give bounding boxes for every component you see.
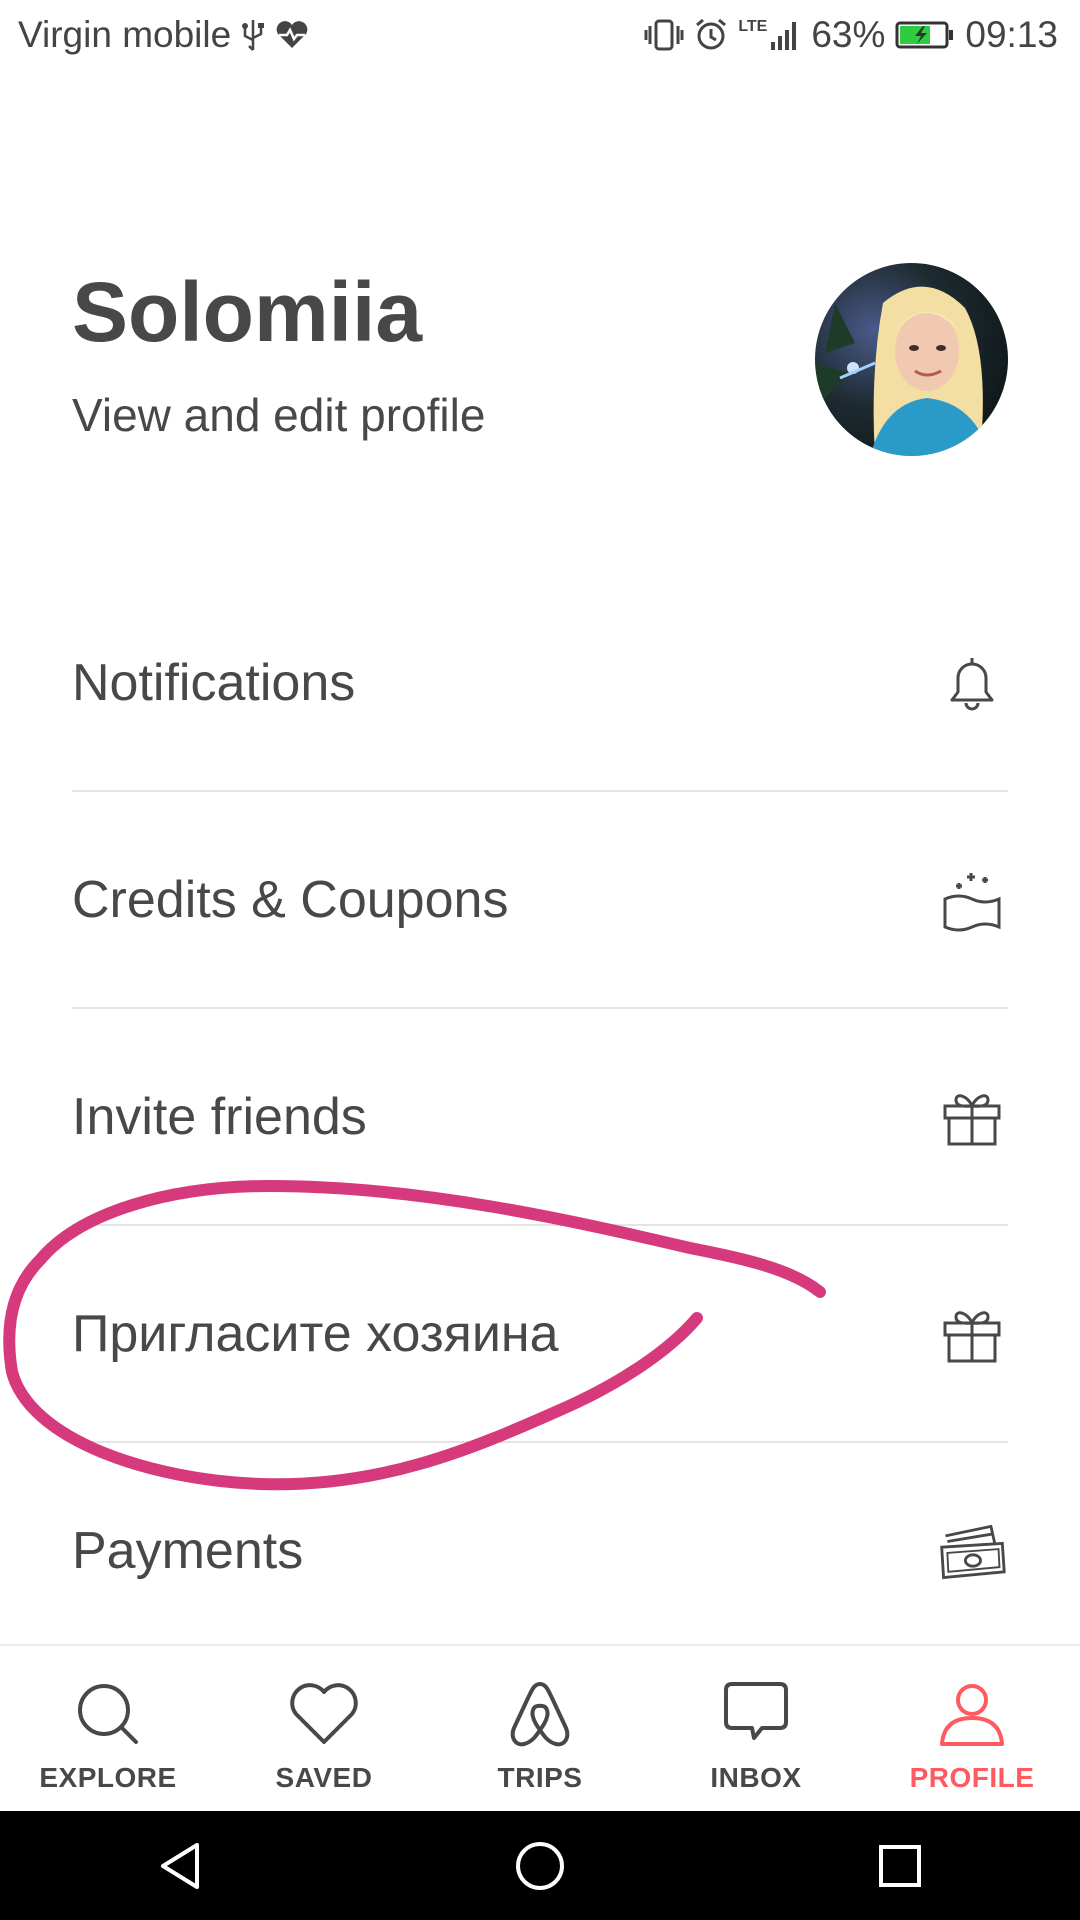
menu-item-label: Пригласите хозяина	[72, 1304, 559, 1363]
heart-pulse-icon	[275, 20, 309, 50]
battery-percent: 63%	[811, 14, 886, 55]
tab-label: INBOX	[710, 1762, 802, 1793]
battery-charging-icon	[895, 20, 955, 50]
profile-menu: Notifications Credits & Coupons Invite f…	[72, 575, 1008, 1658]
heart-icon	[284, 1674, 364, 1754]
airbnb-logo-icon	[500, 1674, 580, 1754]
network-type: LTE	[738, 18, 768, 35]
tab-profile[interactable]: PROFILE	[864, 1646, 1080, 1813]
payment-cards-icon	[936, 1515, 1008, 1587]
bottom-tab-bar: EXPLORE SAVED TRIPS INBOX PROFILE	[0, 1644, 1080, 1813]
bell-icon	[936, 647, 1008, 719]
tab-inbox[interactable]: INBOX	[648, 1646, 864, 1813]
search-icon	[68, 1674, 148, 1754]
tab-explore[interactable]: EXPLORE	[0, 1646, 216, 1813]
tab-label: TRIPS	[497, 1762, 583, 1793]
person-icon	[932, 1674, 1012, 1754]
tab-label: EXPLORE	[39, 1762, 177, 1793]
menu-item-notifications[interactable]: Notifications	[72, 575, 1008, 792]
menu-item-label: Credits & Coupons	[72, 870, 509, 929]
signal-icon: LTE	[738, 18, 801, 52]
tab-trips[interactable]: TRIPS	[432, 1646, 648, 1813]
menu-item-invite-host[interactable]: Пригласите хозяина	[72, 1226, 1008, 1443]
vibrate-icon	[644, 18, 684, 52]
avatar[interactable]	[815, 263, 1008, 456]
back-icon[interactable]	[145, 1831, 215, 1901]
profile-name: Solomiia	[72, 265, 423, 359]
clock: 09:13	[965, 14, 1058, 55]
recents-icon[interactable]	[865, 1831, 935, 1901]
menu-item-invite-friends[interactable]: Invite friends	[72, 1009, 1008, 1226]
system-nav-bar	[0, 1811, 1080, 1920]
chat-icon	[716, 1674, 796, 1754]
alarm-icon	[694, 18, 728, 52]
menu-item-label: Invite friends	[72, 1087, 367, 1146]
menu-item-label: Payments	[72, 1521, 304, 1580]
tab-label: PROFILE	[909, 1762, 1035, 1793]
status-bar: Virgin mobile LTE 63% 09:13	[0, 0, 1080, 74]
gift-icon	[936, 1298, 1008, 1370]
coupon-icon	[936, 864, 1008, 936]
carrier-name: Virgin mobile	[18, 14, 232, 55]
menu-item-label: Notifications	[72, 653, 356, 712]
usb-icon	[241, 18, 265, 52]
gift-icon	[936, 1081, 1008, 1153]
status-left: Virgin mobile	[18, 14, 309, 56]
menu-item-credits-coupons[interactable]: Credits & Coupons	[72, 792, 1008, 1009]
tab-label: SAVED	[275, 1762, 373, 1793]
status-right: LTE 63% 09:13	[644, 14, 1058, 56]
home-icon[interactable]	[505, 1831, 575, 1901]
menu-item-payments[interactable]: Payments	[72, 1443, 1008, 1658]
tab-saved[interactable]: SAVED	[216, 1646, 432, 1813]
view-edit-profile-link[interactable]: View and edit profile	[72, 390, 485, 441]
